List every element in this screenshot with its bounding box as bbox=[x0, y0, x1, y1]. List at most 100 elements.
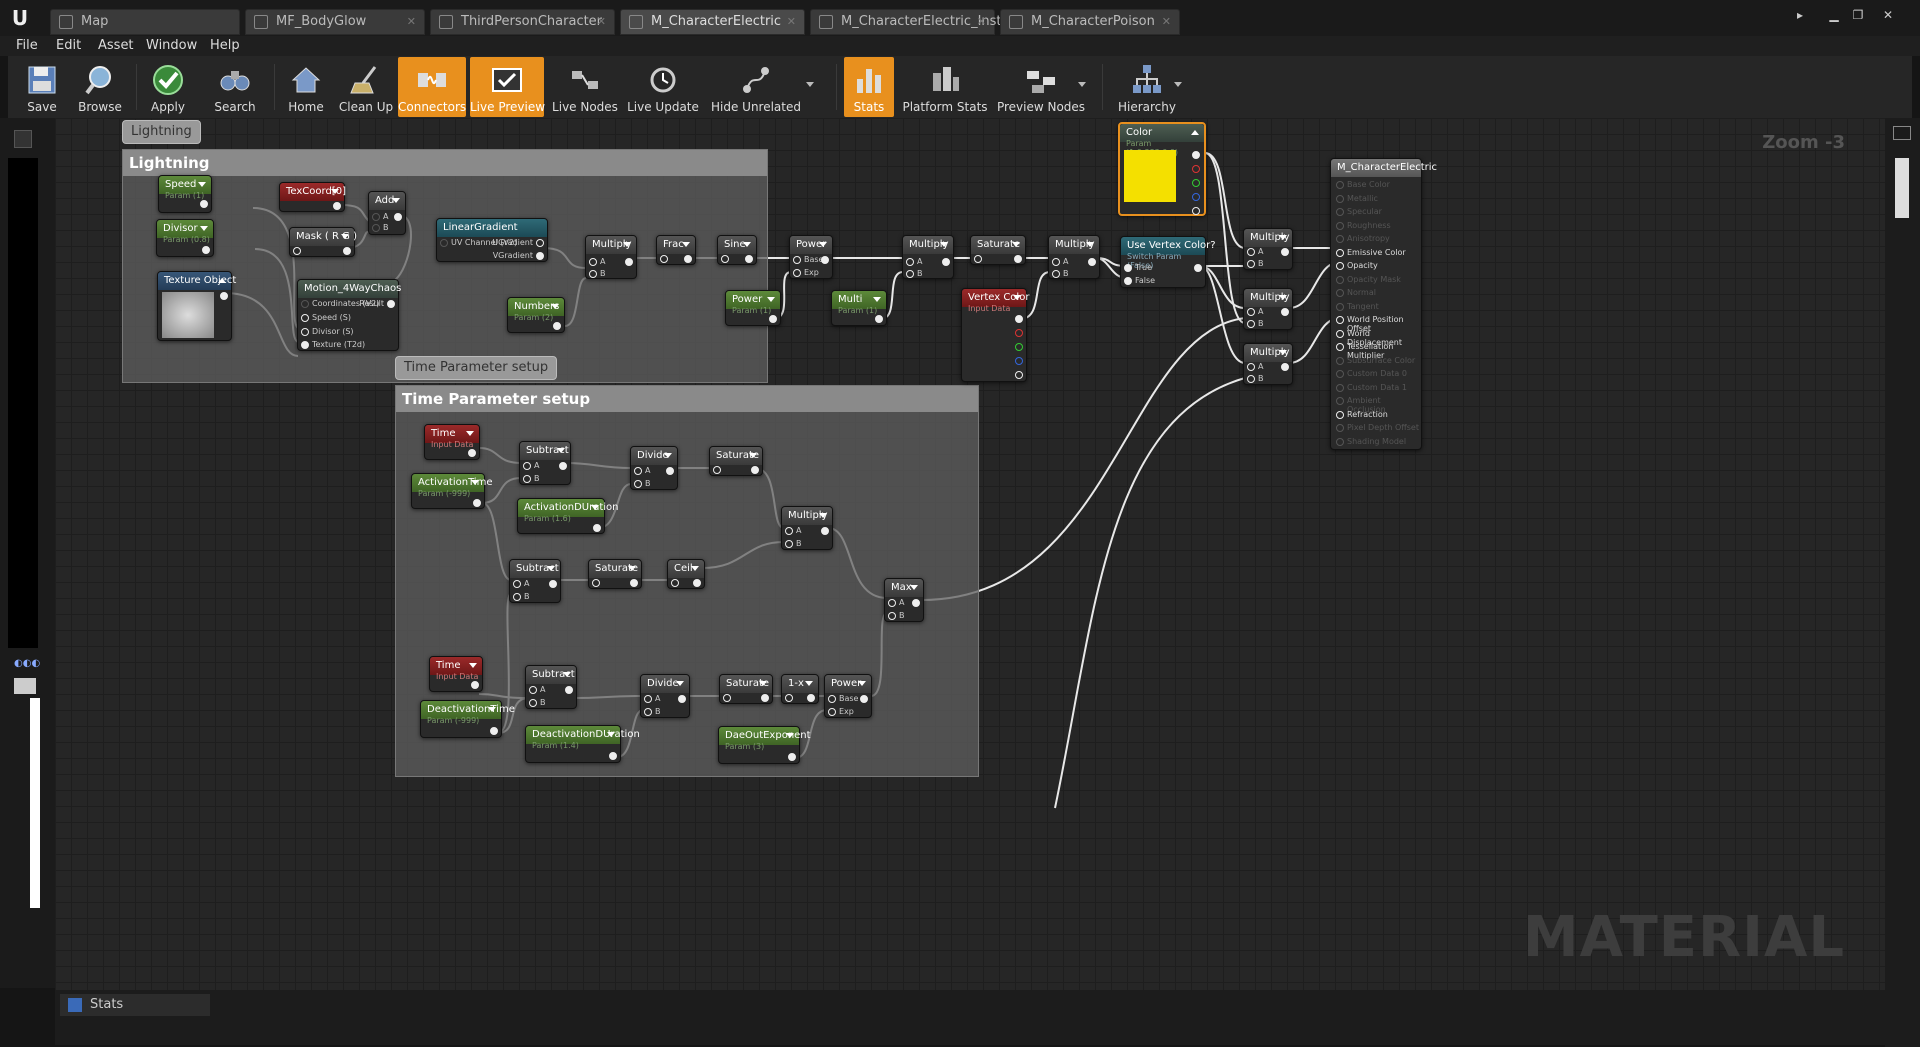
input-pin[interactable] bbox=[592, 579, 600, 587]
max-node[interactable]: Max A B bbox=[884, 578, 924, 622]
save-button[interactable]: Save bbox=[12, 57, 72, 117]
input-pin-base[interactable] bbox=[793, 256, 801, 264]
output-pin[interactable] bbox=[1281, 248, 1289, 256]
input-pin[interactable] bbox=[440, 239, 448, 247]
close-button[interactable]: ✕ bbox=[1876, 6, 1900, 24]
output-pin[interactable] bbox=[536, 239, 544, 247]
stats-tab[interactable]: Stats bbox=[60, 994, 210, 1016]
output-pin[interactable] bbox=[473, 499, 481, 507]
chevron-down-icon[interactable] bbox=[331, 189, 339, 194]
output-pin[interactable] bbox=[666, 467, 674, 475]
material-result-node[interactable]: M_CharacterElectric Base Color Metallic Sp… bbox=[1330, 158, 1437, 450]
ceil-node[interactable]: Ceil bbox=[667, 559, 705, 589]
result-input-pin[interactable] bbox=[1336, 370, 1344, 378]
chevron-down-icon[interactable] bbox=[664, 453, 672, 458]
zoom-icons[interactable]: ◐◐◐ bbox=[14, 658, 54, 670]
saturate-node-3[interactable]: Saturate bbox=[588, 559, 642, 589]
chevron-down-icon[interactable] bbox=[858, 681, 866, 686]
input-pin[interactable] bbox=[301, 314, 309, 322]
motion-4waychaos-node[interactable]: Motion_4WayChaos Coordinates (V2) Result… bbox=[297, 279, 401, 351]
chevron-down-icon[interactable] bbox=[940, 242, 948, 247]
input-pin-a[interactable] bbox=[634, 467, 642, 475]
input-pin-b[interactable] bbox=[644, 708, 652, 716]
output-pin[interactable] bbox=[490, 727, 498, 735]
chevron-down-icon[interactable] bbox=[819, 242, 827, 247]
preview-nodes-button[interactable]: Preview Nodes bbox=[996, 57, 1086, 117]
tab-m-characterelectric[interactable]: M_CharacterElectric ✕ bbox=[620, 9, 805, 35]
speed-param-node[interactable]: Speed Param (1) bbox=[158, 175, 212, 213]
chevron-down-icon[interactable] bbox=[551, 304, 559, 309]
input-pin[interactable] bbox=[660, 255, 668, 263]
input-pin-base[interactable] bbox=[828, 695, 836, 703]
input-pin[interactable] bbox=[293, 247, 301, 255]
input-pin-a[interactable] bbox=[888, 599, 896, 607]
power-param-node[interactable]: Power Param (1) bbox=[725, 290, 781, 326]
menu-edit[interactable]: Edit bbox=[56, 36, 81, 56]
live-nodes-button[interactable]: Live Nodes bbox=[550, 57, 620, 117]
use-vertex-color-switch-node[interactable]: Use Vertex Color? Switch Param (False) T… bbox=[1120, 236, 1216, 288]
subtract-node-3[interactable]: Subtract A B bbox=[525, 665, 577, 709]
subtract-node-1[interactable]: Subtract A B bbox=[519, 441, 571, 485]
input-pin-b[interactable] bbox=[888, 612, 896, 620]
saturate-node-4[interactable]: Saturate bbox=[719, 674, 773, 704]
output-pin[interactable] bbox=[394, 213, 402, 221]
texcoord-node[interactable]: TexCoord[0] bbox=[279, 182, 346, 212]
multiply-node-7[interactable]: Multiply A B bbox=[781, 506, 833, 550]
multiply-node-5[interactable]: Multiply A B bbox=[1243, 288, 1293, 330]
output-pin[interactable] bbox=[343, 247, 351, 255]
chevron-down-icon[interactable] bbox=[1279, 235, 1287, 240]
chevron-down-icon[interactable] bbox=[557, 448, 565, 453]
browse-button[interactable]: Browse bbox=[70, 57, 130, 117]
result-input-pin[interactable] bbox=[1336, 329, 1344, 338]
output-pin[interactable] bbox=[593, 524, 601, 532]
chevron-down-icon[interactable] bbox=[198, 182, 206, 187]
color-param-node[interactable]: Color Param (1,0.883,0,0) bbox=[1118, 122, 1206, 216]
output-pin[interactable] bbox=[1281, 308, 1289, 316]
input-pin[interactable] bbox=[301, 341, 309, 349]
chevron-down-icon[interactable] bbox=[805, 681, 813, 686]
chevron-down-icon[interactable] bbox=[910, 585, 918, 590]
chevron-down-icon[interactable] bbox=[628, 566, 636, 571]
multiply-node-3[interactable]: Multiply A B bbox=[1048, 235, 1100, 279]
viewport-options-icon[interactable] bbox=[14, 130, 32, 148]
output-pin[interactable] bbox=[1281, 363, 1289, 371]
input-pin-a[interactable] bbox=[785, 527, 793, 535]
input-pin-b[interactable] bbox=[1247, 375, 1255, 383]
input-pin[interactable] bbox=[974, 255, 982, 263]
hide-unrelated-button[interactable]: Hide Unrelated bbox=[706, 57, 806, 117]
menu-help[interactable]: Help bbox=[210, 36, 240, 56]
input-pin-b[interactable] bbox=[513, 593, 521, 601]
menu-file[interactable]: File bbox=[16, 36, 38, 56]
activationtime-param-node[interactable]: ActivationTime Param (-999) bbox=[411, 473, 493, 509]
time-input-node-2[interactable]: Time Input Data bbox=[429, 656, 483, 692]
output-pin[interactable] bbox=[1194, 264, 1202, 272]
chevron-down-icon[interactable] bbox=[547, 566, 555, 571]
input-pin-a[interactable] bbox=[1247, 363, 1255, 371]
output-pin[interactable] bbox=[565, 686, 573, 694]
lightning-comment-box[interactable]: Lightning bbox=[122, 149, 768, 383]
result-input-pin[interactable] bbox=[1336, 343, 1344, 351]
output-pin[interactable] bbox=[807, 694, 815, 702]
multiply-node-4[interactable]: Multiply A B bbox=[1243, 228, 1293, 270]
chevron-up-icon[interactable] bbox=[1191, 130, 1199, 135]
input-pin-b[interactable] bbox=[1247, 260, 1255, 268]
daeoutexponent-param-node[interactable]: DaeOutExponent Param (3) bbox=[718, 726, 811, 764]
chevron-down-icon[interactable] bbox=[682, 242, 690, 247]
output-pin-r[interactable] bbox=[1192, 165, 1200, 173]
result-input-pin[interactable] bbox=[1336, 397, 1344, 405]
output-pin[interactable] bbox=[1015, 315, 1023, 323]
output-pin[interactable] bbox=[821, 256, 829, 264]
lightning-comment-bubble[interactable]: Lightning bbox=[122, 120, 201, 144]
input-pin[interactable] bbox=[723, 694, 731, 702]
maximize-button[interactable]: ❐ bbox=[1846, 6, 1870, 24]
close-icon[interactable]: ✕ bbox=[597, 10, 606, 34]
apply-button[interactable]: Apply bbox=[138, 57, 198, 117]
chevron-down-icon[interactable] bbox=[1279, 295, 1287, 300]
output-pin[interactable] bbox=[630, 579, 638, 587]
input-pin[interactable] bbox=[671, 579, 679, 587]
input-pin-b[interactable] bbox=[529, 699, 537, 707]
output-pin[interactable] bbox=[220, 292, 228, 300]
output-pin[interactable] bbox=[549, 580, 557, 588]
chevron-down-icon[interactable] bbox=[200, 226, 208, 231]
input-pin-a[interactable] bbox=[372, 213, 380, 221]
